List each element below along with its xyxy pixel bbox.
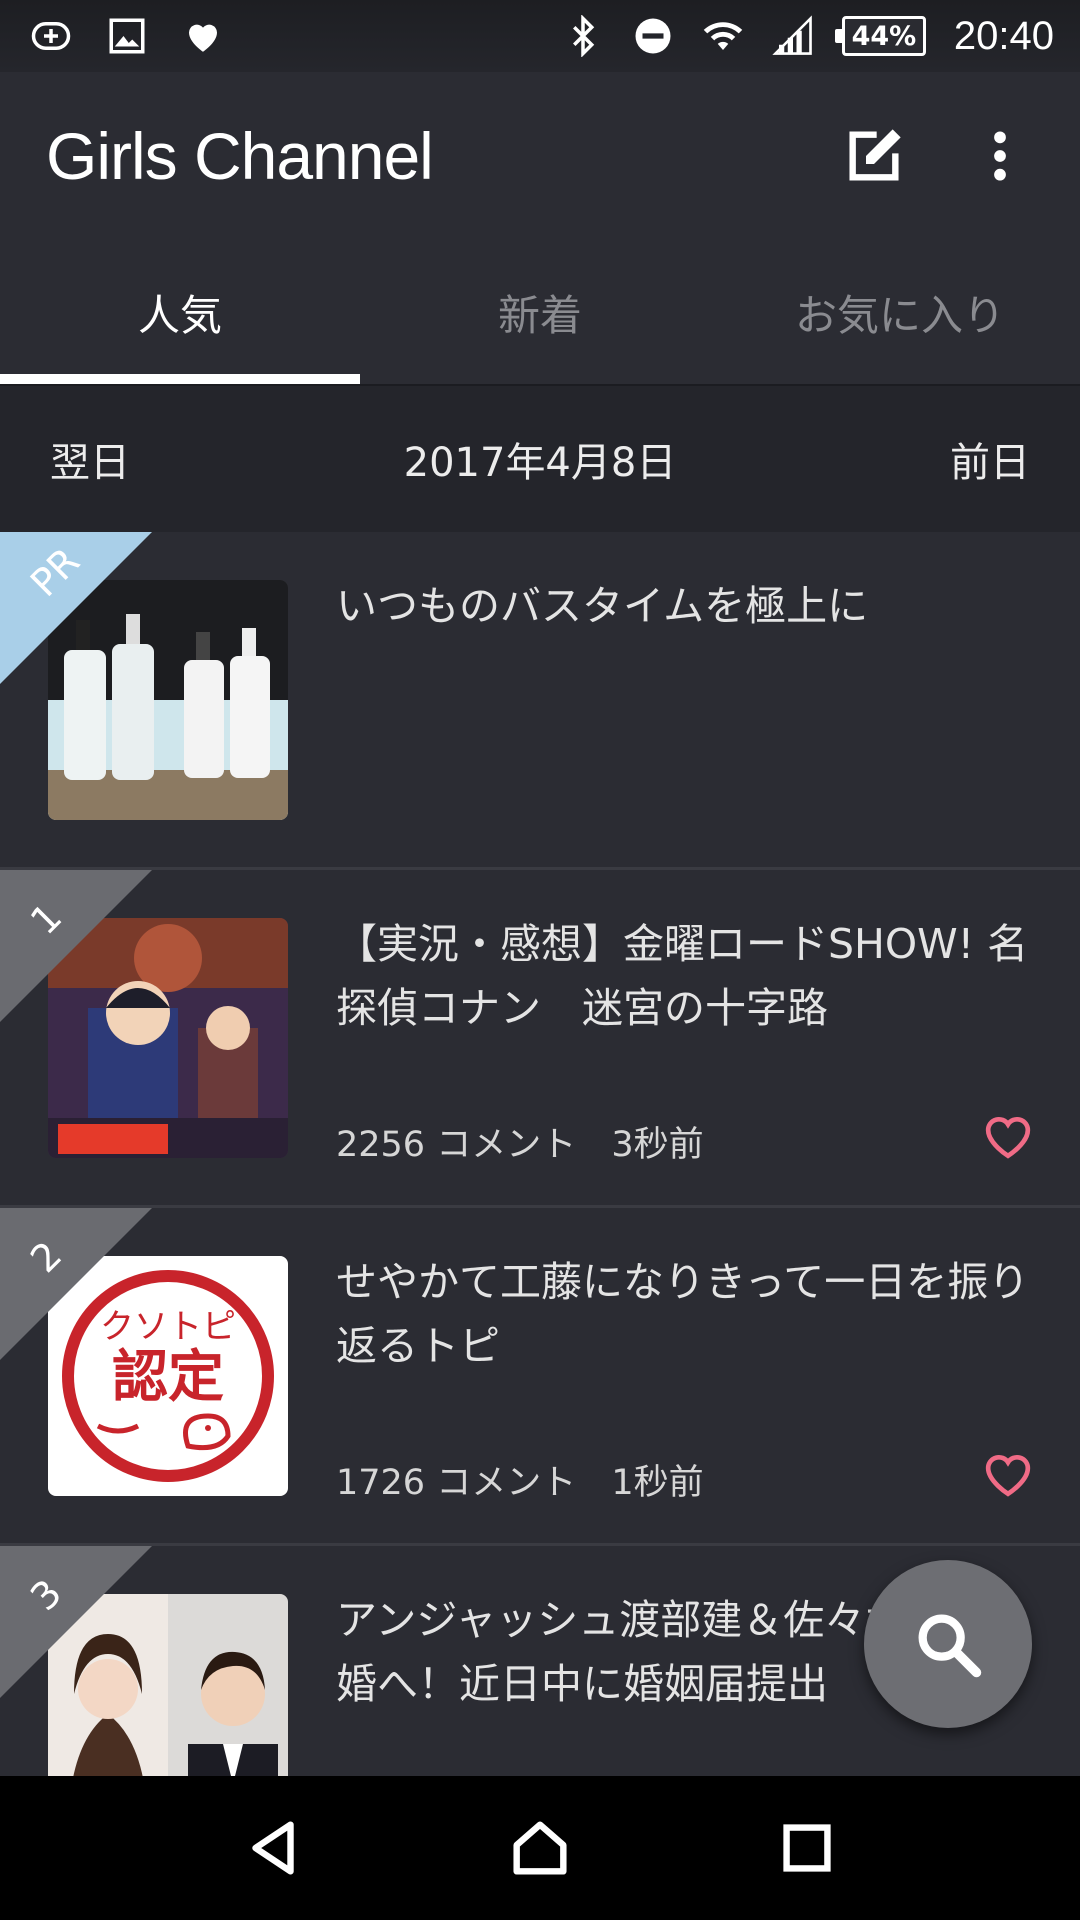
- list-item-pr[interactable]: PR いつものバスタイムを極上に: [0, 532, 1080, 870]
- search-fab[interactable]: [864, 1560, 1032, 1728]
- comment-count: 1726 コメント: [336, 1463, 577, 1503]
- app-title: Girls Channel: [46, 119, 434, 193]
- date-navigation: 翌日 2017年4月8日 前日: [0, 384, 1080, 532]
- back-icon: [252, 1821, 295, 1875]
- previous-day-button[interactable]: 前日: [950, 430, 1030, 488]
- status-bar: 44% 20:40: [0, 0, 1080, 72]
- compose-button[interactable]: [834, 116, 914, 196]
- signal-icon: [772, 15, 814, 57]
- rank-ribbon: [0, 1546, 152, 1698]
- timestamp: 1秒前: [611, 1463, 704, 1503]
- list-item-rank-2[interactable]: クソトピ 認定 2 せやかて工藤になりきって一日を振り返るトピ 1726 コメン…: [0, 1208, 1080, 1546]
- edit-icon: [849, 129, 901, 181]
- heart-outline-icon: [985, 1454, 1031, 1497]
- system-nav-bar: [0, 1776, 1080, 1920]
- app-bar: Girls Channel: [0, 72, 1080, 240]
- tab-new[interactable]: 新着: [360, 240, 720, 384]
- app-bar-actions: [834, 116, 1040, 196]
- favorite-button[interactable]: [980, 1108, 1036, 1164]
- add-circle-icon: [30, 15, 72, 57]
- list-item-rank-1[interactable]: 1 【実況・感想】金曜ロードSHOW! 名探偵コナン 迷宮の十字路 2256 コ…: [0, 870, 1080, 1208]
- home-button[interactable]: [495, 1803, 585, 1893]
- recents-button[interactable]: [762, 1803, 852, 1893]
- pr-ribbon: [0, 532, 152, 684]
- tab-bar: 人気 新着 お気に入り: [0, 240, 1080, 384]
- topic-title: せやかて工藤になりきって一日を振り返るトピ: [336, 1258, 1030, 1370]
- status-left: [30, 15, 258, 57]
- recents-icon: [783, 1824, 831, 1872]
- rank-ribbon: [0, 1208, 152, 1360]
- home-icon: [513, 1821, 567, 1875]
- tab-popular[interactable]: 人気: [0, 240, 360, 384]
- overflow-menu-button[interactable]: [960, 116, 1040, 196]
- bluetooth-icon: [562, 15, 604, 57]
- wifi-icon: [702, 15, 744, 57]
- current-date: 2017年4月8日: [403, 440, 677, 486]
- clock: 20:40: [953, 13, 1054, 58]
- topic-title: 【実況・感想】金曜ロードSHOW! 名探偵コナン 迷宮の十字路: [336, 920, 1029, 1032]
- image-icon: [106, 15, 148, 57]
- do-not-disturb-icon: [632, 15, 674, 57]
- favorite-button[interactable]: [980, 1446, 1036, 1502]
- next-day-button[interactable]: 翌日: [50, 430, 130, 488]
- rank-ribbon: [0, 870, 152, 1022]
- back-button[interactable]: [228, 1803, 318, 1893]
- search-icon: [918, 1614, 982, 1678]
- heart-outline-icon: [985, 1116, 1031, 1159]
- comment-count: 2256 コメント: [336, 1125, 577, 1165]
- app-root: 44% 20:40 Girls Channel 人気 新着 お気に入り 翌日 2…: [0, 0, 1080, 1920]
- heart-icon: [182, 15, 224, 57]
- tab-favorites[interactable]: お気に入り: [720, 240, 1080, 384]
- status-right: 44% 20:40: [534, 14, 1054, 59]
- more-vert-icon: [994, 131, 1006, 181]
- timestamp: 3秒前: [611, 1125, 704, 1165]
- topic-meta: 1726 コメント 1秒前: [336, 1454, 704, 1505]
- topic-title: いつものバスタイムを極上に: [336, 582, 869, 630]
- topic-meta: 2256 コメント 3秒前: [336, 1116, 704, 1167]
- battery-indicator: 44%: [834, 16, 926, 56]
